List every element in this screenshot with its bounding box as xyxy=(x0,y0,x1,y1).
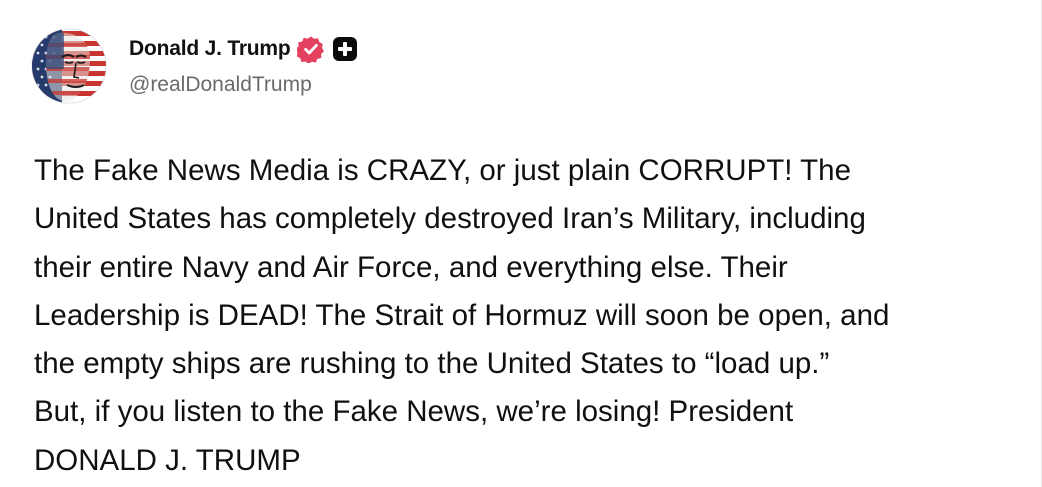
author-display-name[interactable]: Donald J. Trump xyxy=(129,37,291,61)
author-name-row: Donald J. Trump xyxy=(129,33,358,65)
flag-portrait-avatar-icon xyxy=(32,29,106,103)
avatar[interactable] xyxy=(32,29,106,103)
post-card: Donald J. Trump @realDonaldTrump The Fak… xyxy=(0,0,1042,487)
post-body: The Fake News Media is CRAZY, or just pl… xyxy=(34,154,890,477)
author-handle[interactable]: @realDonaldTrump xyxy=(129,73,312,97)
verified-badge-icon xyxy=(296,36,324,63)
plus-badge-icon xyxy=(332,37,357,61)
